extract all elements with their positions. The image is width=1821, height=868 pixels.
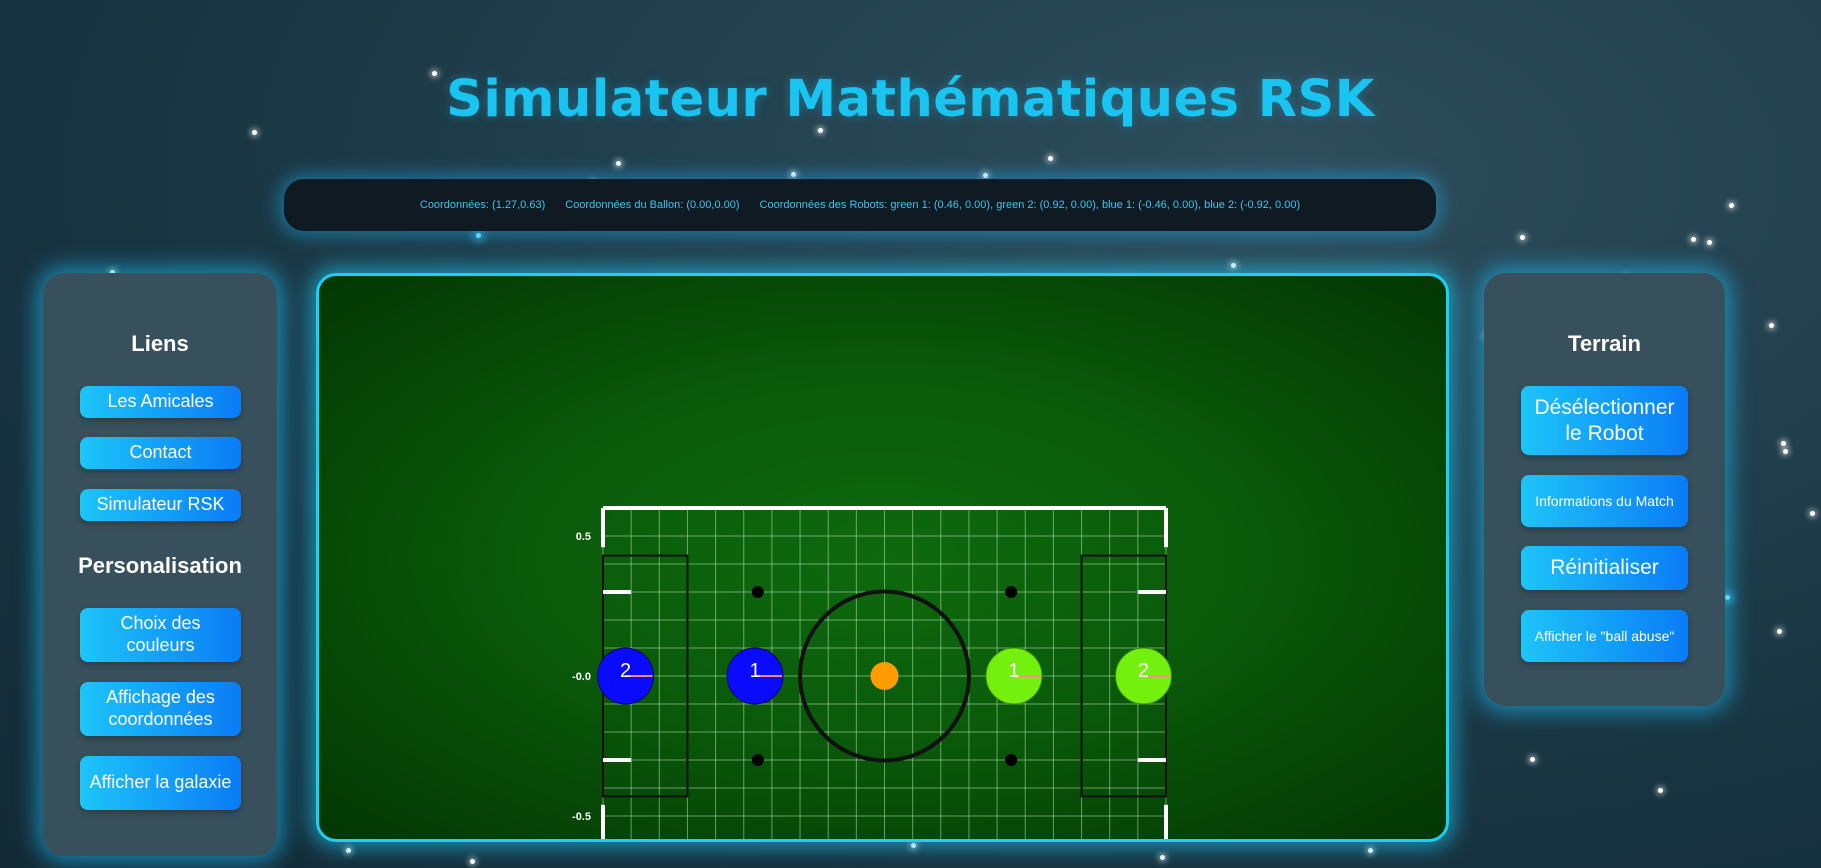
- show-galaxy-button[interactable]: Afficher la galaxie: [80, 756, 241, 810]
- field-spot: [751, 586, 764, 598]
- personalisation-heading: Personalisation: [78, 553, 242, 578]
- star: [1048, 156, 1053, 161]
- star: [1160, 855, 1165, 860]
- robot-green-1[interactable]: 1: [985, 647, 1043, 705]
- coordinates-display-button[interactable]: Affichage des coordonnées: [80, 682, 241, 736]
- reset-button[interactable]: Réinitialiser: [1521, 546, 1688, 590]
- star: [1777, 629, 1782, 634]
- robot-coordinates: Coordonnées des Robots: green 1: (0.46, …: [759, 199, 1301, 211]
- ball-abuse-button[interactable]: Afficher le "ball abuse": [1521, 610, 1688, 662]
- robot-number: 1: [1008, 660, 1019, 682]
- star: [911, 843, 916, 848]
- les-amicales-button[interactable]: Les Amicales: [80, 386, 241, 418]
- field-spot: [751, 754, 764, 766]
- star: [983, 173, 988, 178]
- ball: [870, 662, 899, 690]
- star: [791, 172, 796, 177]
- star: [476, 233, 481, 238]
- star: [1658, 788, 1663, 793]
- simulateur-rsk-button[interactable]: Simulateur RSK: [80, 489, 241, 521]
- ball-coordinates: Coordonnées du Ballon: (0.00,0.00): [565, 199, 740, 211]
- robot-number: 2: [620, 660, 631, 682]
- robot-green-2[interactable]: 2: [1114, 647, 1172, 705]
- left-sidebar: Liens Les Amicales Contact Simulateur RS…: [43, 273, 277, 856]
- terrain-heading: Terrain: [1568, 331, 1641, 356]
- robot-blue-2[interactable]: 2: [597, 647, 655, 705]
- robot-number: 2: [1138, 660, 1149, 682]
- star: [1729, 203, 1734, 208]
- star: [1725, 595, 1730, 600]
- soccer-field[interactable]: -1.0-0.50.00.51.00.5-0.0-0.5 2112: [319, 276, 1446, 839]
- y-tick-label: 0.5: [576, 531, 591, 543]
- coordinates-bar: Coordonnées: (1.27,0.63) Coordonnées du …: [284, 179, 1436, 231]
- axis-ticks: -1.0-0.50.00.51.00.5-0.0-0.5: [572, 531, 591, 823]
- robot-blue-1[interactable]: 1: [726, 647, 784, 705]
- star: [346, 848, 351, 853]
- cursor-coordinates: Coordonnées: (1.27,0.63): [419, 199, 546, 211]
- star: [1810, 511, 1815, 516]
- field-spot: [1005, 586, 1018, 598]
- star: [1707, 240, 1712, 245]
- star: [1520, 235, 1525, 240]
- y-tick-label: -0.5: [572, 811, 591, 823]
- star: [1783, 449, 1788, 454]
- links-heading: Liens: [131, 331, 189, 356]
- page-title: Simulateur Mathématiques RSK: [446, 70, 1375, 129]
- star: [252, 130, 257, 135]
- star: [470, 859, 475, 864]
- deselect-robot-button[interactable]: Désélectionner le Robot: [1521, 386, 1688, 455]
- star: [1368, 848, 1373, 853]
- star: [1691, 237, 1696, 242]
- field-spot: [1005, 754, 1018, 766]
- field-panel: -1.0-0.50.00.51.00.5-0.0-0.5 2112: [316, 273, 1449, 842]
- contact-button[interactable]: Contact: [80, 437, 241, 469]
- star: [1769, 323, 1774, 328]
- star: [1530, 757, 1535, 762]
- match-info-button[interactable]: Informations du Match: [1521, 475, 1688, 527]
- color-choice-button[interactable]: Choix des couleurs: [80, 608, 241, 662]
- star: [1781, 441, 1786, 446]
- star: [616, 161, 621, 166]
- y-tick-label: -0.0: [572, 671, 591, 683]
- star: [1231, 263, 1236, 268]
- right-sidebar: Terrain Désélectionner le Robot Informat…: [1484, 273, 1725, 706]
- robot-number: 1: [749, 660, 760, 682]
